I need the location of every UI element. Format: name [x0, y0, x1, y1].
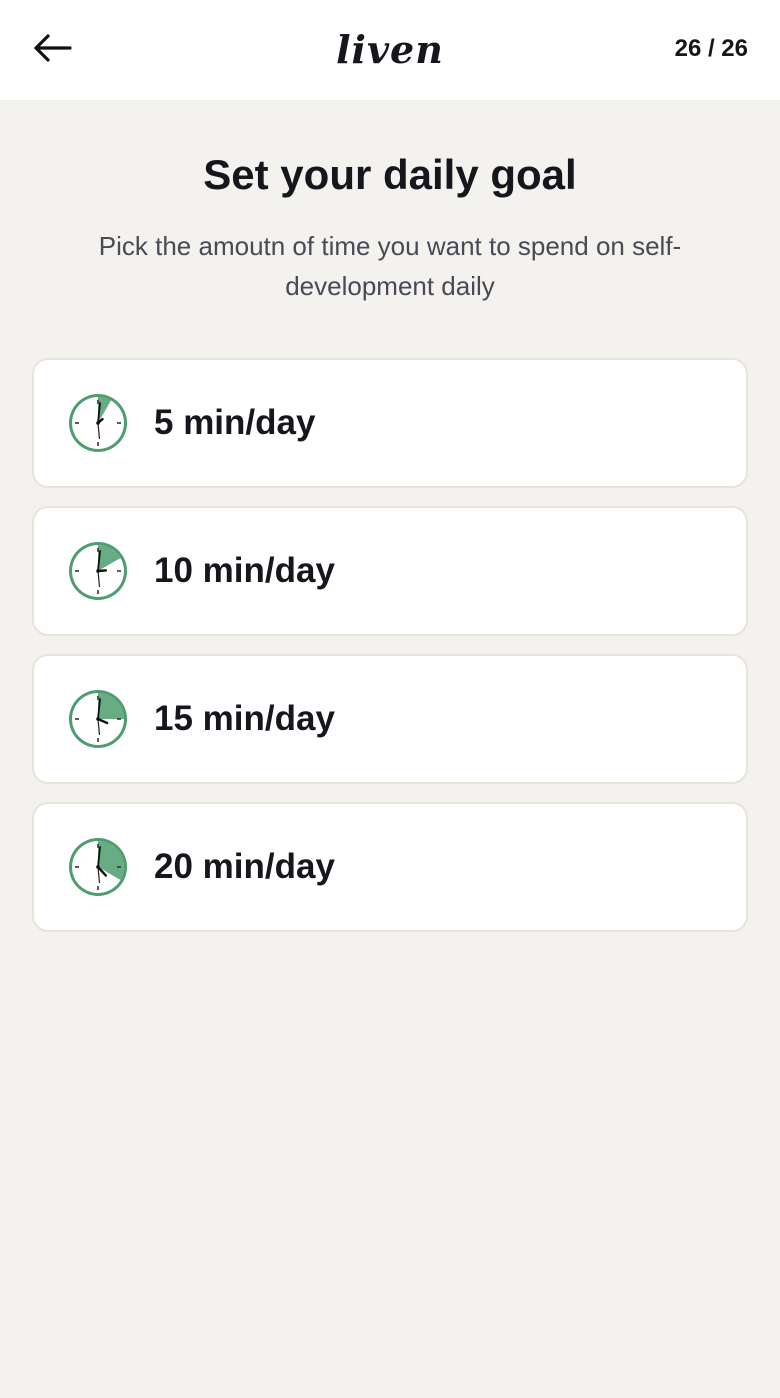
clock-icon [69, 838, 127, 896]
app-logo: liven [336, 27, 444, 72]
page-subtitle: Pick the amoutn of time you want to spen… [98, 231, 682, 301]
goal-option-label: 5 min/day [154, 403, 316, 442]
page-title: Set your daily goal [203, 151, 577, 198]
goal-option-20[interactable]: 20 min/day [32, 802, 748, 932]
goal-option-15[interactable]: 15 min/day [32, 654, 748, 784]
top-bar: liven 26 / 26 [0, 0, 780, 100]
goal-option-label: 10 min/day [154, 551, 335, 590]
goal-option-label: 15 min/day [154, 699, 335, 738]
clock-pivot [96, 569, 100, 573]
clock-pivot [96, 865, 100, 869]
goal-options: 5 min/day 10 min/day 15 min/day 20 min/d… [32, 358, 748, 932]
clock-icon [69, 690, 127, 748]
clock-pivot [96, 421, 100, 425]
clock-pivot [96, 717, 100, 721]
clock-icon [69, 394, 127, 452]
goal-option-5[interactable]: 5 min/day [32, 358, 748, 488]
goal-option-10[interactable]: 10 min/day [32, 506, 748, 636]
clock-sector [98, 693, 124, 719]
step-counter: 26 / 26 [674, 35, 748, 62]
clock-icon [69, 542, 127, 600]
goal-option-label: 20 min/day [154, 847, 335, 886]
